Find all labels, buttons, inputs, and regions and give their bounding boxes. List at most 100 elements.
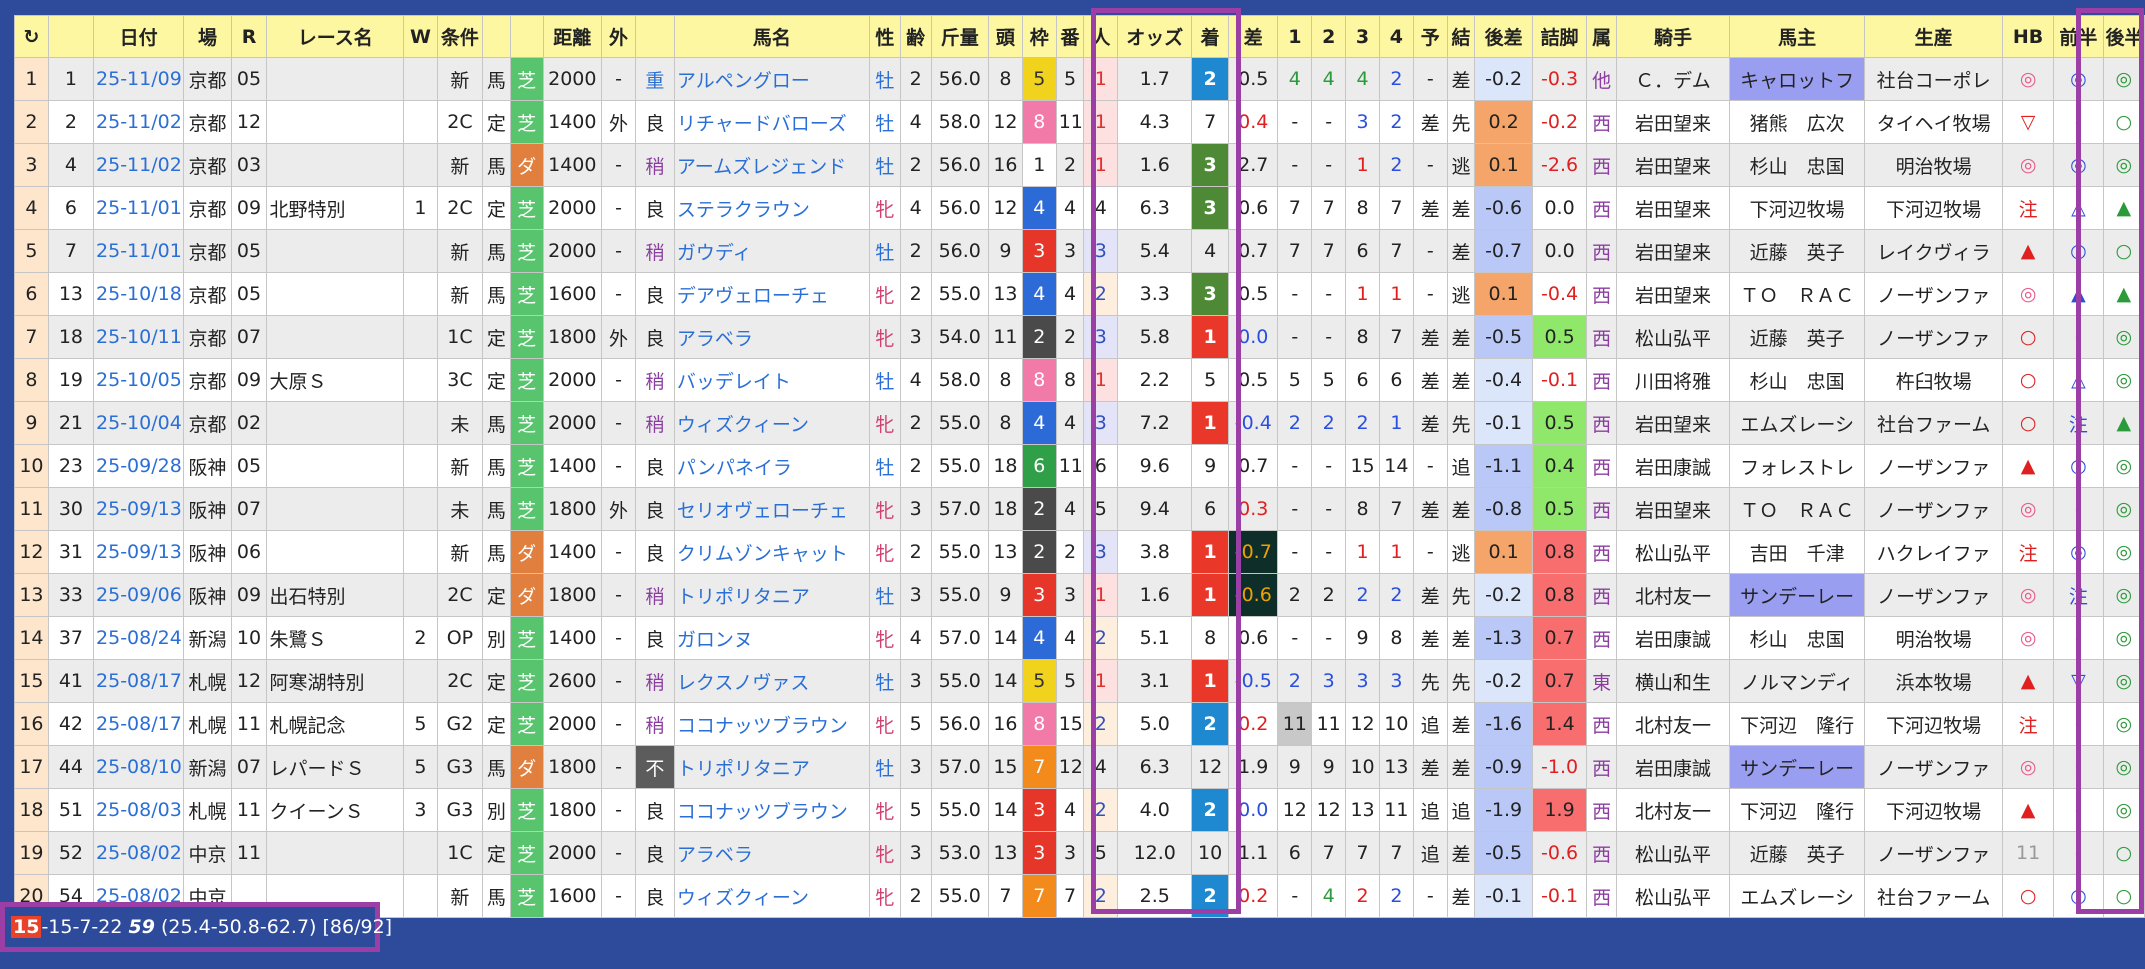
table-row[interactable]: 4 6 25-11/01 京都 09 北野特別 1 2C 定芝 2000- 良ステラクラウン牝 4 56…	[14, 186, 2145, 230]
cell-margin: 0.5	[1228, 57, 1279, 101]
cell-horse-name[interactable]: セリオヴェローチェ	[673, 487, 870, 531]
cell-pos3: 12	[1345, 702, 1380, 746]
table-row[interactable]: 10 23 25-09/28 阪神 05 新馬芝 1400- 良パンパネイラ牡 2 55.0 18 6…	[14, 444, 2145, 488]
cell-late-diff: 0.2	[1474, 100, 1533, 144]
cell-date[interactable]: 25-11/01	[93, 186, 185, 230]
cell-date[interactable]: 25-11/01	[93, 229, 185, 273]
cell-date[interactable]: 25-11/09	[93, 57, 185, 101]
cell-date[interactable]: 25-10/04	[93, 401, 185, 445]
refresh-icon[interactable]: ↻	[14, 15, 49, 58]
cell-horse-name[interactable]: アラベラ	[673, 315, 870, 359]
cell-going: 良	[634, 874, 675, 918]
cell-field-size: 8	[987, 358, 1023, 402]
cell-type: 定	[482, 659, 511, 703]
cell-pos2: 2	[1311, 401, 1347, 445]
cell-horse-name[interactable]: クリムゾンキャット	[673, 530, 870, 574]
table-row[interactable]: 2 2 25-11/02 京都 12 2C 定芝 1400 外良リチャードバローズ牡 4 58.0 1…	[14, 100, 2145, 144]
cell-field-size: 11	[987, 315, 1023, 359]
cell-index: 7	[47, 229, 95, 273]
cell-distance: 2000	[542, 358, 603, 402]
cell-late-diff: -1.1	[1474, 444, 1533, 488]
cell-date[interactable]: 25-09/06	[93, 573, 185, 617]
cell-gate: 6	[1021, 444, 1057, 488]
cell-horse-name[interactable]: バッデレイト	[673, 358, 870, 402]
cell-breeder: ノーザンファ	[1864, 272, 2003, 316]
cell-type: 別	[482, 788, 511, 832]
cell-horse-name[interactable]: トリポリタニア	[673, 745, 870, 789]
cell-horse-name[interactable]: アームズレジェンド	[673, 143, 870, 187]
cell-pos3: 6	[1345, 229, 1380, 273]
cell-breeder: ノーザンファ	[1864, 573, 2003, 617]
cell-class: 新	[436, 444, 484, 488]
cell-breeder: タイヘイ牧場	[1864, 100, 2003, 144]
cell-horse-name[interactable]: トリポリタニア	[673, 573, 870, 617]
table-row[interactable]: 1 1 25-11/09 京都 05 新馬芝 2000- 重アルペングロー牡 2 56.0 8 5 5 1…	[14, 57, 2145, 101]
cell-date[interactable]: 25-08/03	[93, 788, 185, 832]
table-row[interactable]: 13 33 25-09/06 阪神 09 出石特別 2C 定ダ 1800- 稍トリポリタニア牡 3 5…	[14, 573, 2145, 617]
cell-race-no: 05	[230, 444, 268, 488]
cell-date[interactable]: 25-08/02	[93, 831, 185, 875]
table-row[interactable]: 7 18 25-10/11 京都 07 1C 定芝 1800 外良アラベラ牝 3 54.0 11 2 2 3…	[14, 315, 2145, 359]
cell-sex: 牝	[868, 186, 901, 230]
cell-horse-name[interactable]: リチャードバローズ	[673, 100, 870, 144]
cell-owner: サンデーレー	[1728, 573, 1866, 617]
cell-horse-name[interactable]: アルペングロー	[673, 57, 870, 101]
table-row[interactable]: 11 30 25-09/13 阪神 07 未馬芝 1800 外良セリオヴェローチェ牝 3 57.0…	[14, 487, 2145, 531]
table-row[interactable]: 14 37 25-08/24 新潟 10 朱鷺Ｓ 2 OP 別芝 1400- 良ガロンヌ牝 4 57.0…	[14, 616, 2145, 660]
cell-horse-name[interactable]: アラベラ	[673, 831, 870, 875]
cell-sex: 牝	[868, 487, 901, 531]
table-row[interactable]: 3 4 25-11/02 京都 03 新馬ダ 1400- 稍アームズレジェンド牡 2 56.0 16…	[14, 143, 2145, 187]
table-row[interactable]: 5 7 25-11/01 京都 05 新馬芝 2000- 稍ガウディ牡 2 56.0 9 3 3 3 5.4…	[14, 229, 2145, 273]
cell-date[interactable]: 25-08/24	[93, 616, 185, 660]
cell-date[interactable]: 25-11/02	[93, 143, 185, 187]
table-row[interactable]: 15 41 25-08/17 札幌 12 阿寒湖特別 2C 定芝 2600- 稍レクスノヴァス牡 3…	[14, 659, 2145, 703]
cell-race-no: 05	[230, 272, 268, 316]
cell-weight: 56.0	[930, 186, 989, 230]
cell-odds: 4.0	[1117, 788, 1193, 832]
table-row[interactable]: 12 31 25-09/13 阪神 06 新馬ダ 1400- 良クリムゾンキャット牝 2 55.0…	[14, 530, 2145, 574]
table-row[interactable]: 17 44 25-08/10 新潟 07 レパードＳ 5 G3 馬ダ 1800- 不トリポリタニア牡…	[14, 745, 2145, 789]
cell-horse-name[interactable]: ガロンヌ	[673, 616, 870, 660]
cell-class: G3	[436, 788, 484, 832]
header-venue: 場	[183, 15, 232, 58]
cell-date[interactable]: 25-10/05	[93, 358, 185, 402]
cell-distance: 1600	[542, 874, 603, 918]
cell-first-half: ▲	[2053, 272, 2104, 316]
cell-going: 良	[634, 616, 675, 660]
cell-field-size: 12	[987, 100, 1023, 144]
cell-horse-name[interactable]: ガウディ	[673, 229, 870, 273]
table-row[interactable]: 18 51 25-08/03 札幌 11 クイーンＳ 3 G3 別芝 1800- 良ココナッツブラウ…	[14, 788, 2145, 832]
cell-weight: 55.0	[930, 444, 989, 488]
cell-date[interactable]: 25-10/18	[93, 272, 185, 316]
cell-owner: 猪熊 広次	[1728, 100, 1866, 144]
cell-date[interactable]: 25-08/17	[93, 659, 185, 703]
cell-horse-name[interactable]: ウィズクィーン	[673, 401, 870, 445]
cell-date[interactable]: 25-09/13	[93, 487, 185, 531]
cell-horse-name[interactable]: パンパネイラ	[673, 444, 870, 488]
cell-date[interactable]: 25-08/17	[93, 702, 185, 746]
cell-horse-name[interactable]: デアヴェローチェ	[673, 272, 870, 316]
cell-race-no: 07	[230, 315, 268, 359]
cell-number: 4	[1055, 272, 1085, 316]
table-row[interactable]: 8 19 25-10/05 京都 09 大原Ｓ 3C 定芝 2000- 稍バッデレイト牡 4 58.0…	[14, 358, 2145, 402]
cell-pos4: 7	[1378, 487, 1414, 531]
cell-date[interactable]: 25-11/02	[93, 100, 185, 144]
cell-horse-name[interactable]: ココナッツブラウン	[673, 702, 870, 746]
cell-type: 馬	[482, 444, 511, 488]
cell-horse-name[interactable]: レクスノヴァス	[673, 659, 870, 703]
cell-horse-name[interactable]: ココナッツブラウン	[673, 788, 870, 832]
table-row[interactable]: 19 52 25-08/02 中京 11 1C 定芝 2000- 良アラベラ牝 3 53.0 13 3 3…	[14, 831, 2145, 875]
cell-date[interactable]: 25-09/13	[93, 530, 185, 574]
cell-pos1: 4	[1277, 57, 1313, 101]
cell-date[interactable]: 25-10/11	[93, 315, 185, 359]
cell-owner: ＴＯ ＲＡＣ	[1728, 272, 1866, 316]
table-row[interactable]: 6 13 25-10/18 京都 05 新馬芝 1600- 良デアヴェローチェ牝 2 55.0 13…	[14, 272, 2145, 316]
cell-race-name	[266, 315, 404, 359]
cell-date[interactable]: 25-09/28	[93, 444, 185, 488]
cell-date[interactable]: 25-08/10	[93, 745, 185, 789]
cell-horse-name[interactable]: ウィズクィーン	[673, 874, 870, 918]
table-row[interactable]: 9 21 25-10/04 京都 02 未馬芝 2000- 稍ウィズクィーン牝 2 55.0 8 4 4…	[14, 401, 2145, 445]
cell-horse-name[interactable]: ステラクラウン	[673, 186, 870, 230]
cell-pos4: 7	[1378, 229, 1414, 273]
table-row[interactable]: 16 42 25-08/17 札幌 11 札幌記念 5 G2 定芝 2000- 稍ココナッツブラウン…	[14, 702, 2145, 746]
